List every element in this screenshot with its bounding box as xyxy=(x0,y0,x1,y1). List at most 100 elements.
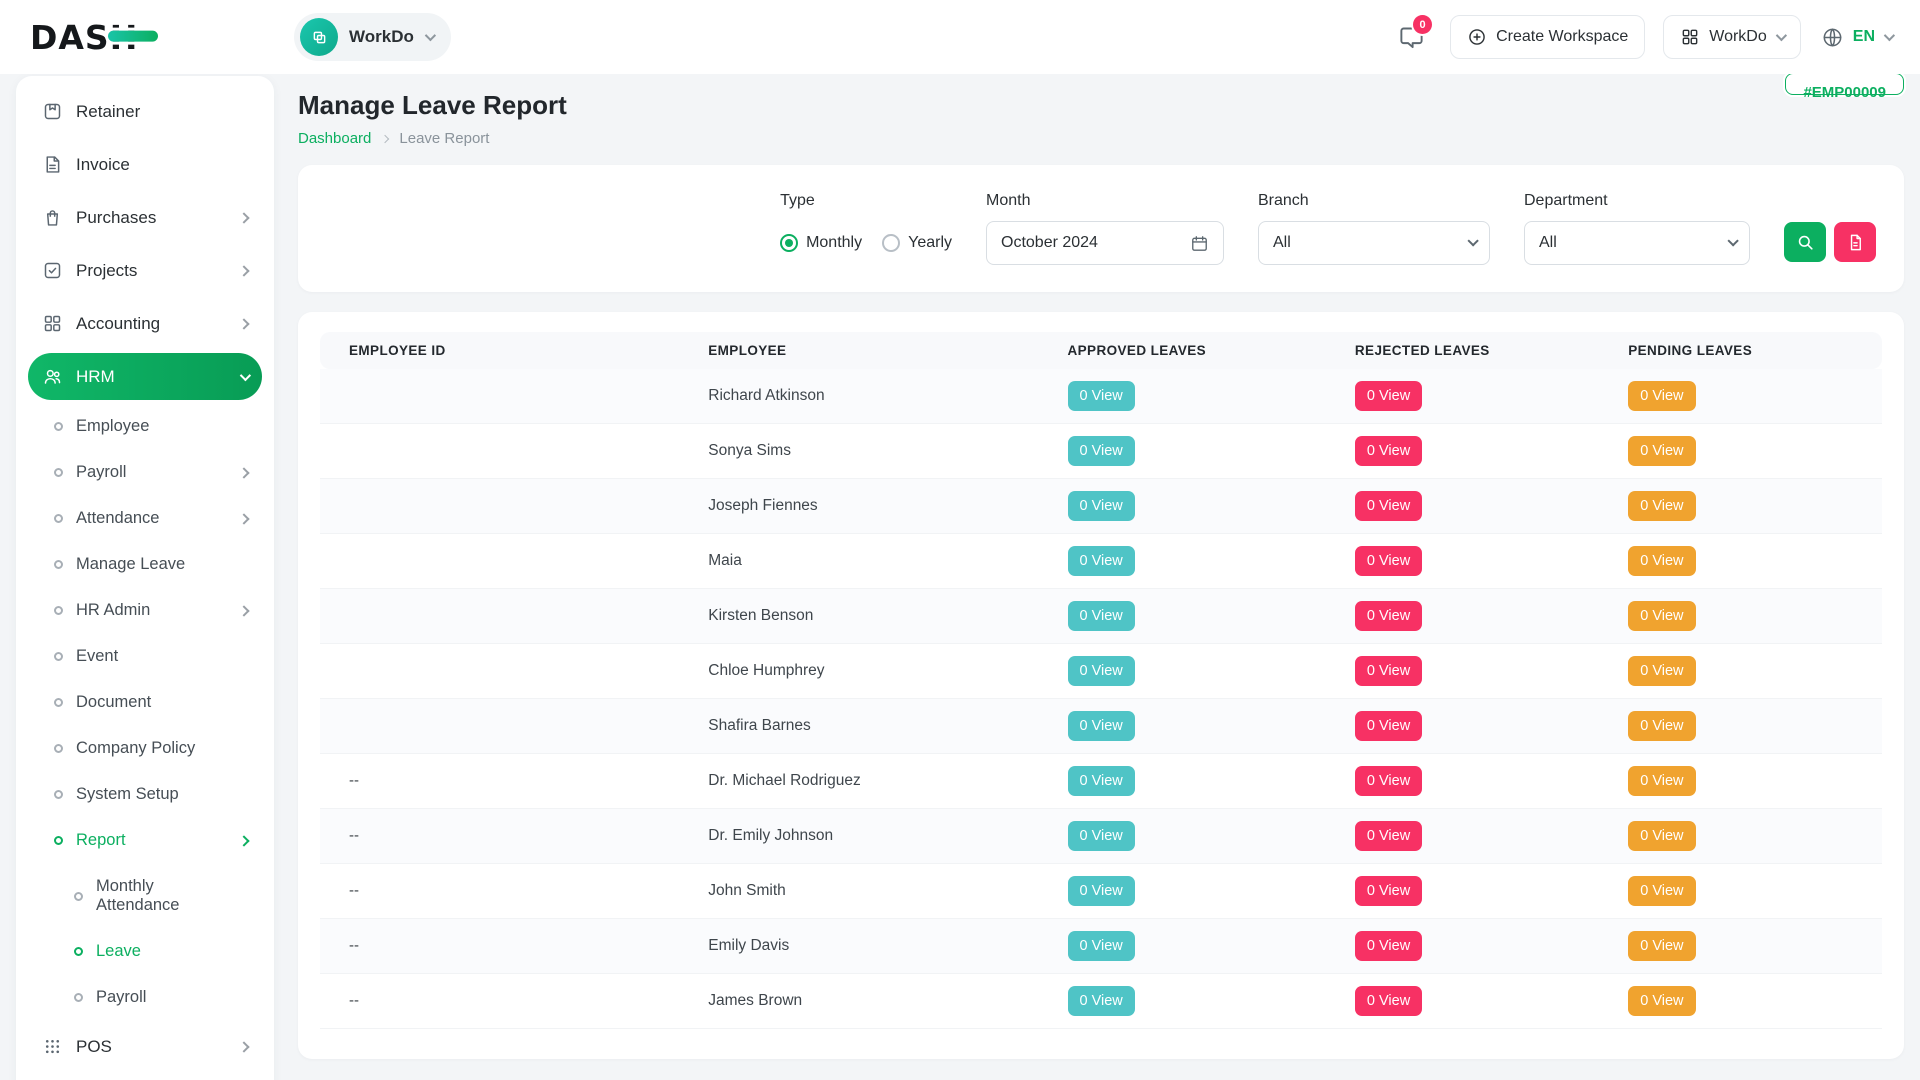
employee-id-badge[interactable]: -- xyxy=(349,772,359,789)
grid-icon xyxy=(1680,27,1700,47)
department-select[interactable]: All xyxy=(1524,221,1750,265)
radio-yearly[interactable]: Yearly xyxy=(882,234,952,252)
sidebar-item[interactable]: Purchases xyxy=(28,194,262,241)
month-input[interactable]: October 2024 xyxy=(986,221,1224,265)
workspace-menu-button[interactable]: WorkDo xyxy=(1663,15,1801,59)
language-selector[interactable]: EN xyxy=(1819,20,1894,55)
approved-view-button[interactable]: 0 View xyxy=(1068,986,1135,1016)
chevron-down-icon xyxy=(1727,235,1738,246)
rejected-view-button[interactable]: 0 View xyxy=(1355,546,1422,576)
search-button[interactable] xyxy=(1784,222,1826,262)
sidebar-subitem[interactable]: Payroll xyxy=(28,452,262,493)
sidebar-subitem[interactable]: System Setup xyxy=(28,774,262,815)
sidebar-subitem[interactable]: Attendance xyxy=(28,498,262,539)
employee-id-badge[interactable]: -- xyxy=(349,992,359,1009)
table-row: -- James Brown 0 View 0 View 0 View xyxy=(320,974,1882,1029)
bullet-icon xyxy=(54,514,63,523)
pending-view-button[interactable]: 0 View xyxy=(1628,601,1695,631)
pending-view-button[interactable]: 0 View xyxy=(1628,766,1695,796)
rejected-view-button[interactable]: 0 View xyxy=(1355,986,1422,1016)
approved-view-button[interactable]: 0 View xyxy=(1068,931,1135,961)
chevron-icon xyxy=(238,835,249,846)
month-label: Month xyxy=(986,192,1224,210)
export-button[interactable] xyxy=(1834,222,1876,262)
branch-select[interactable]: All xyxy=(1258,221,1490,265)
sidebar-subitem[interactable]: Document xyxy=(28,682,262,723)
sidebar-subitem[interactable]: Monthly Attendance xyxy=(28,866,262,926)
sidebar-subitem[interactable]: Report xyxy=(28,820,262,861)
rejected-view-button[interactable]: 0 View xyxy=(1355,711,1422,741)
sidebar-subitem[interactable]: Payroll xyxy=(28,977,262,1018)
rejected-view-button[interactable]: 0 View xyxy=(1355,821,1422,851)
employee-name: Joseph Fiennes xyxy=(708,497,817,514)
sidebar-item[interactable]: Projects xyxy=(28,247,262,294)
radio-monthly[interactable]: Monthly xyxy=(780,234,862,252)
sidebar-item[interactable]: Accounting xyxy=(28,300,262,347)
approved-view-button[interactable]: 0 View xyxy=(1068,821,1135,851)
sidebar-subitem-label: Employee xyxy=(76,417,149,436)
messages-button[interactable]: 0 xyxy=(1390,16,1432,58)
workspace-switcher[interactable]: WorkDo xyxy=(294,13,451,61)
pending-view-button[interactable]: 0 View xyxy=(1628,381,1695,411)
logo-dash-accent xyxy=(108,31,158,42)
sidebar-item[interactable]: HRM xyxy=(28,353,262,400)
sidebar-item[interactable]: POS xyxy=(28,1023,262,1070)
breadcrumb-dashboard-link[interactable]: Dashboard xyxy=(298,130,371,147)
approved-view-button[interactable]: 0 View xyxy=(1068,436,1135,466)
sidebar-subitem-label: Payroll xyxy=(96,988,146,1007)
rejected-view-button[interactable]: 0 View xyxy=(1355,601,1422,631)
pending-view-button[interactable]: 0 View xyxy=(1628,986,1695,1016)
pending-view-button[interactable]: 0 View xyxy=(1628,656,1695,686)
pending-view-button[interactable]: 0 View xyxy=(1628,491,1695,521)
employee-id-badge[interactable]: -- xyxy=(349,937,359,954)
sidebar-subitem[interactable]: Event xyxy=(28,636,262,677)
sidebar-subitem[interactable]: Company Policy xyxy=(28,728,262,769)
rejected-view-button[interactable]: 0 View xyxy=(1355,381,1422,411)
approved-view-button[interactable]: 0 View xyxy=(1068,381,1135,411)
file-icon xyxy=(1846,233,1865,252)
approved-view-button[interactable]: 0 View xyxy=(1068,491,1135,521)
approved-view-button[interactable]: 0 View xyxy=(1068,876,1135,906)
employee-id-badge[interactable]: -- xyxy=(349,827,359,844)
approved-view-button[interactable]: 0 View xyxy=(1068,766,1135,796)
sidebar-subitem[interactable]: Employee xyxy=(28,406,262,447)
employee-name: Dr. Emily Johnson xyxy=(708,827,833,844)
create-workspace-button[interactable]: Create Workspace xyxy=(1450,15,1645,59)
chevron-icon xyxy=(238,513,249,524)
sidebar-subitem-label: Report xyxy=(76,831,126,850)
pending-view-button[interactable]: 0 View xyxy=(1628,436,1695,466)
approved-view-button[interactable]: 0 View xyxy=(1068,656,1135,686)
rejected-view-button[interactable]: 0 View xyxy=(1355,436,1422,466)
pending-view-button[interactable]: 0 View xyxy=(1628,821,1695,851)
pending-view-button[interactable]: 0 View xyxy=(1628,931,1695,961)
dash-logo[interactable]: DASH xyxy=(30,18,276,57)
employee-id-badge[interactable]: #EMP00009 xyxy=(1785,73,1904,95)
pending-view-button[interactable]: 0 View xyxy=(1628,711,1695,741)
sidebar-subitem[interactable]: Manage Leave xyxy=(28,544,262,585)
rejected-view-button[interactable]: 0 View xyxy=(1355,491,1422,521)
sidebar-subitem-label: Payroll xyxy=(76,463,126,482)
sidebar-subitem-label: Leave xyxy=(96,942,141,961)
col-rejected-leaves: REJECTED LEAVES xyxy=(1326,332,1599,369)
pending-view-button[interactable]: 0 View xyxy=(1628,876,1695,906)
sidebar-subitem[interactable]: HR Admin xyxy=(28,590,262,631)
sidebar-subitem-label: Event xyxy=(76,647,118,666)
chevron-down-icon xyxy=(1776,30,1787,41)
approved-view-button[interactable]: 0 View xyxy=(1068,546,1135,576)
sidebar-subitem[interactable]: Leave xyxy=(28,931,262,972)
page-title: Manage Leave Report xyxy=(298,90,1904,121)
branch-value: All xyxy=(1273,234,1291,252)
sidebar-item[interactable]: Invoice xyxy=(28,141,262,188)
approved-view-button[interactable]: 0 View xyxy=(1068,711,1135,741)
rejected-view-button[interactable]: 0 View xyxy=(1355,766,1422,796)
rejected-view-button[interactable]: 0 View xyxy=(1355,656,1422,686)
pending-view-button[interactable]: 0 View xyxy=(1628,546,1695,576)
employee-id-badge[interactable]: -- xyxy=(349,882,359,899)
approved-view-button[interactable]: 0 View xyxy=(1068,601,1135,631)
employee-name: Emily Davis xyxy=(708,937,789,954)
sidebar-item[interactable]: Retainer xyxy=(28,88,262,135)
rejected-view-button[interactable]: 0 View xyxy=(1355,931,1422,961)
rejected-view-button[interactable]: 0 View xyxy=(1355,876,1422,906)
bullet-icon xyxy=(54,560,63,569)
table-row: #EMP00007 Kirsten Benson 0 View 0 View 0… xyxy=(320,589,1882,644)
